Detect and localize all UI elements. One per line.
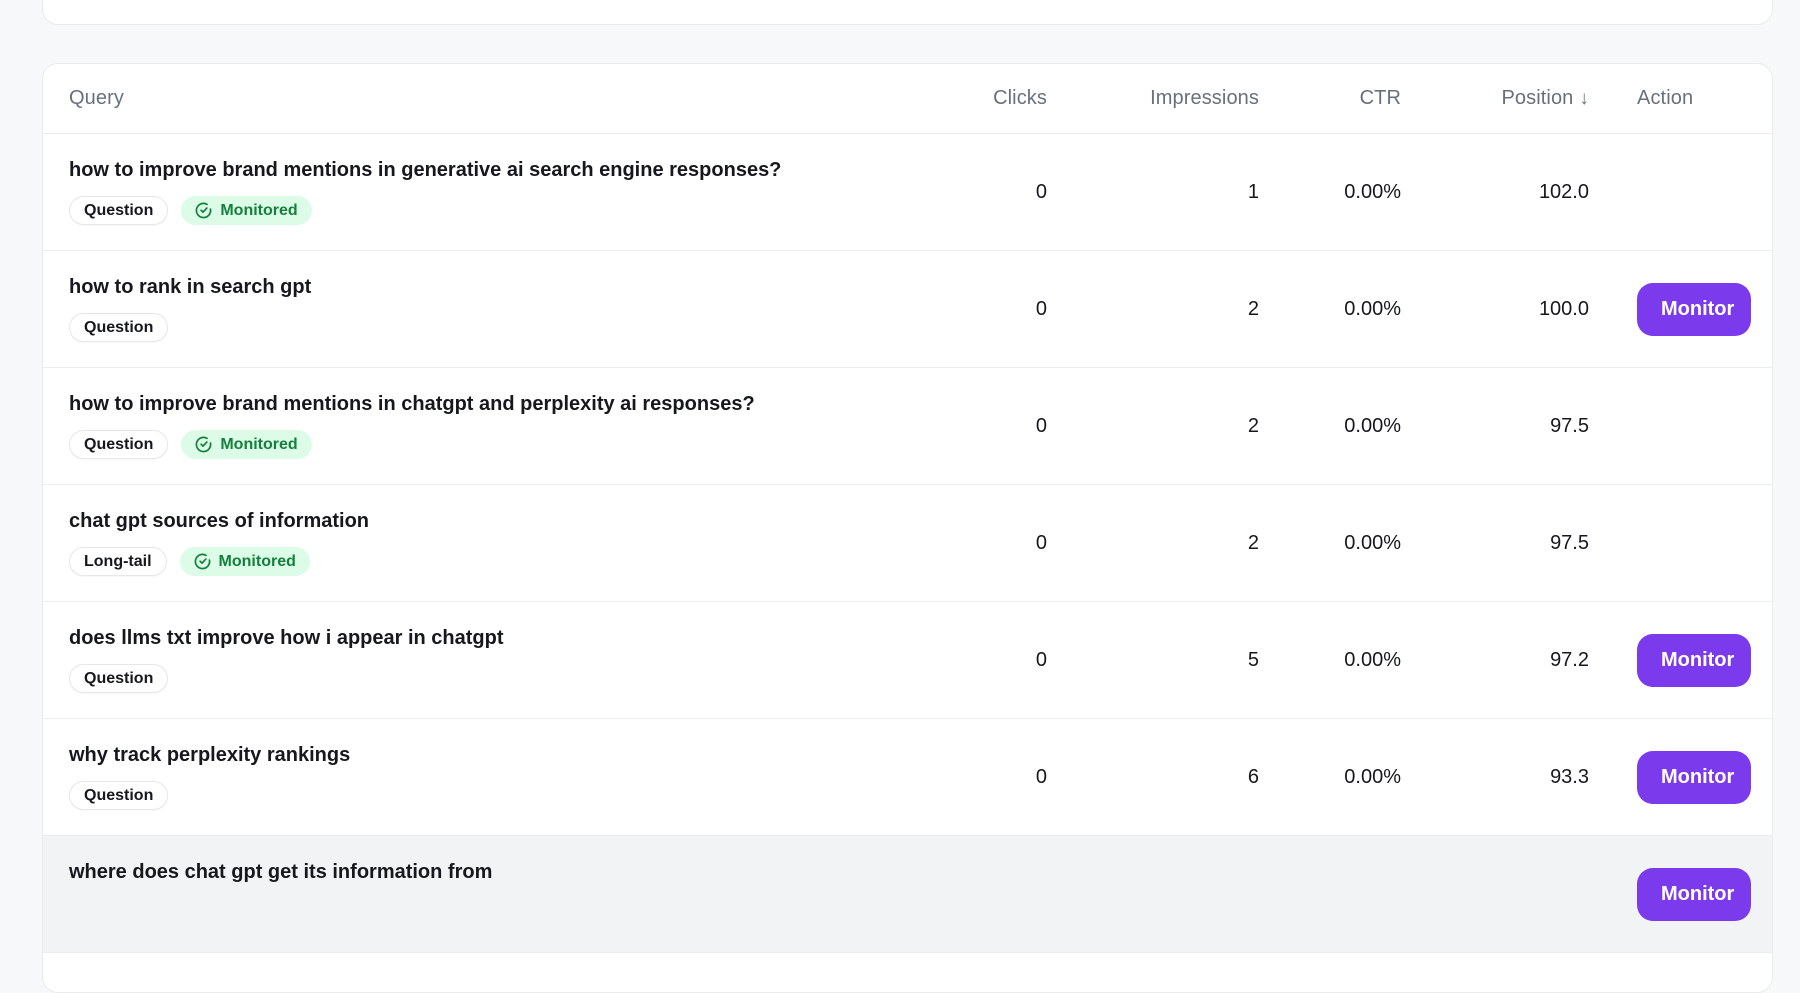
queries-table-card: Query Clicks Impressions CTR Position ↓ A… (42, 63, 1773, 993)
clicks-cell: 0 (887, 532, 1047, 555)
table-row: where does chat gpt get its information … (43, 836, 1772, 953)
query-cell: why track perplexity rankings Question (69, 744, 887, 810)
tag-question: Question (69, 313, 168, 342)
column-header-action: Action (1589, 87, 1751, 110)
clicks-cell: 0 (887, 415, 1047, 438)
query-cell: how to improve brand mentions in generat… (69, 159, 887, 225)
query-text: chat gpt sources of information (69, 510, 857, 533)
impressions-cell: 6 (1047, 766, 1259, 789)
tag-monitored: Monitored (180, 547, 310, 576)
query-text: how to improve brand mentions in generat… (69, 159, 857, 182)
tag-label: Question (84, 788, 153, 804)
monitor-button[interactable]: Monitor (1637, 751, 1751, 804)
tag-question: Question (69, 196, 168, 225)
tag-list: Question (69, 781, 857, 810)
tag-monitored: Monitored (181, 196, 311, 225)
ctr-cell: 0.00% (1259, 181, 1401, 204)
clicks-cell: 0 (887, 298, 1047, 321)
tag-list (69, 898, 857, 927)
circle-check-icon (194, 553, 211, 570)
query-cell: how to improve brand mentions in chatgpt… (69, 393, 887, 459)
action-cell: Monitor (1589, 283, 1751, 336)
query-text: how to improve brand mentions in chatgpt… (69, 393, 857, 416)
tag-monitored: Monitored (181, 430, 311, 459)
impressions-cell: 5 (1047, 649, 1259, 672)
tag-list: Long-tail Monitored (69, 547, 857, 576)
position-header-label: Position (1501, 87, 1573, 109)
column-header-ctr[interactable]: CTR (1259, 87, 1401, 110)
query-text: how to rank in search gpt (69, 276, 857, 299)
arrow-down-icon: ↓ (1579, 88, 1589, 109)
position-cell: 100.0 (1401, 298, 1589, 321)
tag-list: Question Monitored (69, 196, 857, 225)
ctr-cell: 0.00% (1259, 298, 1401, 321)
table-header-row: Query Clicks Impressions CTR Position ↓ A… (43, 64, 1772, 134)
tag-label: Question (84, 320, 153, 336)
table-row: how to improve brand mentions in chatgpt… (43, 368, 1772, 485)
impressions-cell: 2 (1047, 532, 1259, 555)
column-header-impressions[interactable]: Impressions (1047, 87, 1259, 110)
table-row: chat gpt sources of information Long-tai… (43, 485, 1772, 602)
query-cell: how to rank in search gpt Question (69, 276, 887, 342)
clicks-cell: 0 (887, 649, 1047, 672)
tag-label: Long-tail (84, 554, 152, 570)
column-header-query[interactable]: Query (69, 87, 887, 110)
position-cell: 97.2 (1401, 649, 1589, 672)
clicks-cell: 0 (887, 181, 1047, 204)
action-cell: Monitor (1589, 751, 1751, 804)
tag-label: Question (84, 203, 153, 219)
ctr-cell: 0.00% (1259, 766, 1401, 789)
position-cell: 97.5 (1401, 532, 1589, 555)
query-text: why track perplexity rankings (69, 744, 857, 767)
monitor-button[interactable]: Monitor (1637, 283, 1751, 336)
circle-check-icon (195, 202, 212, 219)
tag-long-tail: Long-tail (69, 547, 167, 576)
action-cell: Monitor (1589, 868, 1751, 921)
tag-label: Question (84, 437, 153, 453)
tag-question: Question (69, 781, 168, 810)
tag-list: Question Monitored (69, 430, 857, 459)
column-header-clicks[interactable]: Clicks (887, 87, 1047, 110)
tag-list: Question (69, 664, 857, 693)
impressions-cell: 1 (1047, 181, 1259, 204)
table-row: why track perplexity rankings Question 0… (43, 719, 1772, 836)
circle-check-icon (195, 436, 212, 453)
query-cell: does llms txt improve how i appear in ch… (69, 627, 887, 693)
tag-label: Monitored (220, 437, 297, 453)
ctr-cell: 0.00% (1259, 532, 1401, 555)
impressions-cell: 2 (1047, 415, 1259, 438)
query-cell: where does chat gpt get its information … (69, 861, 887, 927)
tag-label: Monitored (219, 554, 296, 570)
table-body: how to improve brand mentions in generat… (43, 134, 1772, 953)
query-cell: chat gpt sources of information Long-tai… (69, 510, 887, 576)
position-cell: 102.0 (1401, 181, 1589, 204)
ctr-cell: 0.00% (1259, 649, 1401, 672)
query-text: does llms txt improve how i appear in ch… (69, 627, 857, 650)
table-row: does llms txt improve how i appear in ch… (43, 602, 1772, 719)
tag-label: Monitored (220, 203, 297, 219)
tag-question: Question (69, 430, 168, 459)
action-cell: Monitor (1589, 634, 1751, 687)
tag-question: Question (69, 664, 168, 693)
position-cell: 97.5 (1401, 415, 1589, 438)
tag-list: Question (69, 313, 857, 342)
impressions-cell: 2 (1047, 298, 1259, 321)
previous-section-card (42, 0, 1773, 25)
clicks-cell: 0 (887, 766, 1047, 789)
table-row: how to rank in search gpt Question 0 2 0… (43, 251, 1772, 368)
monitor-button[interactable]: Monitor (1637, 634, 1751, 687)
tag-label: Question (84, 671, 153, 687)
column-header-position[interactable]: Position ↓ (1401, 87, 1589, 110)
table-row: how to improve brand mentions in generat… (43, 134, 1772, 251)
ctr-cell: 0.00% (1259, 415, 1401, 438)
query-text: where does chat gpt get its information … (69, 861, 857, 884)
position-cell: 93.3 (1401, 766, 1589, 789)
monitor-button[interactable]: Monitor (1637, 868, 1751, 921)
